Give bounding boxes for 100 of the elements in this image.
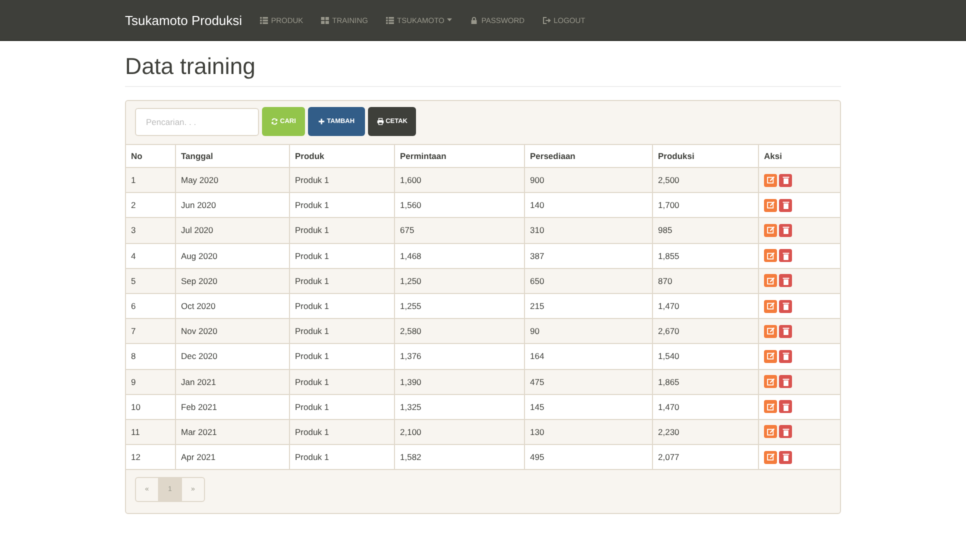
delete-button[interactable] [779,400,792,414]
table-cell: 12 [126,444,176,470]
table-cell: 1,470 [652,394,758,420]
table-cell: 650 [524,268,652,294]
page-title: Data training [125,53,841,87]
table-cell: 2,670 [652,318,758,344]
edit-button[interactable] [764,300,777,313]
table-cell: 675 [394,218,524,244]
table-cell: Produk 1 [290,243,394,268]
table-cell: 4 [126,243,176,268]
table-cell: 2,100 [394,419,524,445]
list-icon [260,16,268,24]
edit-button[interactable] [764,274,777,288]
printer-icon [376,118,384,125]
column-header: Persediaan [524,144,652,168]
edit-icon [766,176,774,184]
edit-button[interactable] [764,400,777,414]
table-cell: Produk 1 [290,344,394,369]
delete-button[interactable] [779,324,792,338]
table-cell: Produk 1 [290,444,394,470]
table-cell: 1,390 [394,369,524,394]
table-cell: 1,865 [652,369,758,394]
edit-icon [766,226,774,234]
table-cell: 310 [524,218,652,244]
edit-button[interactable] [764,450,777,464]
edit-icon [766,252,774,260]
table-cell: Aug 2020 [176,243,290,268]
table-cell: Dec 2020 [176,344,290,369]
table-cell: 90 [524,318,652,344]
table-cell: 1,855 [652,243,758,268]
list-icon [386,16,394,24]
table-cell: 1 [126,168,176,193]
table-cell: 130 [524,419,652,445]
table-cell: Produk 1 [290,192,394,218]
table-cell: 10 [126,394,176,420]
table-cell: 2 [126,192,176,218]
edit-button[interactable] [764,324,777,338]
table-cell: 3 [126,218,176,244]
table-cell: 1,255 [394,293,524,319]
table-cell: Produk 1 [290,419,394,445]
table-cell: 1,468 [394,243,524,268]
delete-button[interactable] [779,174,792,187]
table-cell: Sep 2020 [176,268,290,294]
table-cell: 1,325 [394,394,524,420]
table-cell: 2,580 [394,318,524,344]
edit-icon [766,327,774,336]
delete-button[interactable] [779,274,792,288]
delete-button[interactable] [779,300,792,313]
edit-button[interactable] [764,375,777,388]
delete-button[interactable] [779,425,792,438]
trash-icon [782,201,790,210]
table-cell: Produk 1 [290,318,394,344]
delete-button[interactable] [779,198,792,212]
edit-icon [766,428,774,436]
table-cell: May 2020 [176,168,290,193]
edit-button[interactable] [764,198,777,212]
delete-button[interactable] [779,375,792,388]
edit-button[interactable] [764,249,777,262]
table-cell: 11 [126,419,176,445]
delete-button[interactable] [779,224,792,237]
table-cell: 870 [652,268,758,294]
edit-button[interactable] [764,350,777,363]
column-header: Produksi [652,144,758,168]
edit-button[interactable] [764,174,777,187]
table-cell: 2,230 [652,419,758,445]
search-field[interactable]: Pencarian. . . [135,108,259,136]
table-cell: 145 [524,394,652,420]
table-cell: Produk 1 [290,369,394,394]
trash-icon [782,252,790,260]
edit-icon [766,352,774,360]
table-cell: Jan 2021 [176,369,290,394]
table-cell: 2,077 [652,444,758,470]
edit-button[interactable] [764,425,777,438]
table-cell: Produk 1 [290,394,394,420]
table-cell: Nov 2020 [176,318,290,344]
table-cell: 8 [126,344,176,369]
table-cell: Jul 2020 [176,218,290,244]
table-cell: 1,600 [394,168,524,193]
delete-button[interactable] [779,450,792,464]
refresh-icon [271,118,278,125]
table-cell: 900 [524,168,652,193]
table-cell: 1,250 [394,268,524,294]
table-cell: 1,582 [394,444,524,470]
delete-button[interactable] [779,350,792,363]
edit-button[interactable] [764,224,777,237]
logout-icon [542,16,551,24]
edit-icon [766,378,774,386]
brand-title[interactable]: Tsukamoto Produksi [125,12,242,28]
trash-icon [782,276,790,285]
table-cell: Jun 2020 [176,192,290,218]
edit-icon [766,201,774,210]
table-cell: 6 [126,293,176,319]
column-header: Produk [290,144,394,168]
table-cell: 215 [524,293,652,319]
table-cell: 9 [126,369,176,394]
trash-icon [782,302,790,310]
table-cell: 985 [652,218,758,244]
edit-icon [766,402,774,411]
trash-icon [782,428,790,436]
delete-button[interactable] [779,249,792,262]
